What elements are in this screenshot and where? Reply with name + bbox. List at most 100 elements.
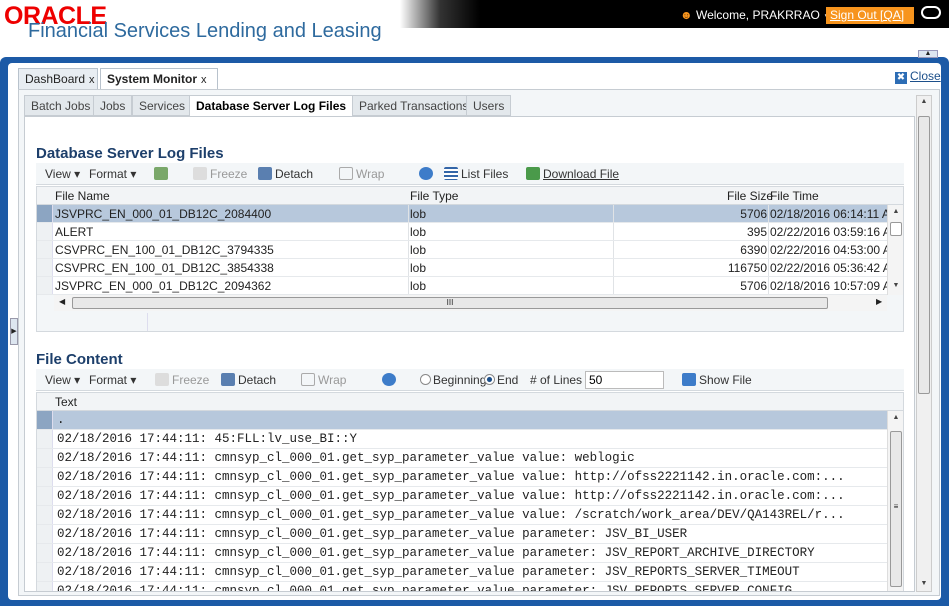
log-files-hscrollbar[interactable]: ◀ III ▶ [54,295,887,311]
column-file-name[interactable]: File Name [55,189,110,203]
freeze-button[interactable]: Freeze [193,167,247,181]
text-row[interactable]: 02/18/2016 17:44:11: cmnsyp_cl_000_01.ge… [37,487,887,506]
table-row[interactable]: CSVPRC_EN_100_01_DB12C_3794335 lob 6390 02/… [37,241,887,259]
end-radio[interactable]: End [484,373,518,387]
close-icon: ✖ [895,72,907,84]
refresh-icon[interactable] [382,373,399,387]
file-time-cell: 02/18/2016 10:57:09 AM [770,279,887,293]
expand-sidebar-handle[interactable]: ▶ [10,318,18,345]
view-menu[interactable]: View ▾ [45,167,80,181]
row-header[interactable] [37,506,53,524]
row-header[interactable] [37,430,53,448]
lines-input[interactable] [585,371,664,389]
row-header[interactable] [37,411,53,429]
sign-out-button[interactable]: Sign Out [QA] [826,7,914,24]
wrap-button[interactable]: Wrap [301,373,346,387]
beginning-radio[interactable]: Beginning [420,373,486,387]
file-type-cell: lob [410,279,427,293]
row-header[interactable] [37,582,53,591]
text-cell: 02/18/2016 17:44:11: cmnsyp_cl_000_01.ge… [57,584,793,592]
tab-users[interactable]: Users [466,95,512,116]
log-files-vscrollbar[interactable]: ▲ ▼ [887,205,903,295]
row-header[interactable] [37,223,53,240]
row-header[interactable] [37,449,53,467]
table-header: Text [37,393,903,411]
table-header: File Name File Type File Size File Time [37,187,903,205]
file-content-vscrollbar[interactable]: ▲ ≡ [887,411,903,591]
text-row[interactable]: 02/18/2016 17:44:11: 45:FLL:lv_use_BI::Y [37,430,887,449]
row-header[interactable] [37,241,53,258]
tab-batch-jobs[interactable]: Batch Jobs [24,95,98,116]
freeze-label: Freeze [172,373,210,387]
text-cell: 02/18/2016 17:44:11: 45:FLL:lv_use_BI::Y [57,432,358,446]
text-row[interactable]: . [37,411,887,430]
detach-button[interactable]: Detach [221,373,276,387]
row-header[interactable] [37,525,53,543]
detach-label: Detach [275,167,314,181]
column-file-type[interactable]: File Type [410,189,458,203]
row-header[interactable] [37,205,53,222]
detach-button[interactable]: Detach [258,167,313,181]
format-menu[interactable]: Format ▾ [89,167,136,181]
tab-parked-transactions[interactable]: Parked Transactions [352,95,476,116]
close-tab-icon[interactable]: x [89,74,95,86]
download-file-button[interactable]: Download File [526,167,619,181]
format-label: Format [89,167,128,181]
refresh-icon[interactable] [419,167,436,181]
file-name-cell: JSVPRC_EN_000_01_DB12C_2094362 [55,279,272,293]
wrap-icon [301,373,315,386]
text-row[interactable]: 02/18/2016 17:44:11: cmnsyp_cl_000_01.ge… [37,544,887,563]
end-label: End [497,373,519,387]
table-row[interactable]: CSVPRC_EN_100_01_DB12C_3854338 lob 116750 0… [37,259,887,277]
text-row[interactable]: 02/18/2016 17:44:11: cmnsyp_cl_000_01.ge… [37,468,887,487]
file-time-cell: 02/22/2016 05:36:42 AM [770,261,887,275]
text-row[interactable]: 02/18/2016 17:44:11: cmnsyp_cl_000_01.ge… [37,506,887,525]
tab-jobs[interactable]: Jobs [93,95,133,116]
file-size-cell: 5706 [740,279,767,293]
collapse-header-button[interactable]: ▲ [918,50,938,58]
tab-database-server-log-files[interactable]: Database Server Log Files [189,95,354,117]
filter-icon[interactable] [154,167,171,181]
row-header[interactable] [37,277,53,294]
column-text[interactable]: Text [55,395,77,409]
tab-system-monitor[interactable]: System Monitor x [100,68,218,90]
column-file-size[interactable]: File Size [727,189,773,203]
table-row[interactable]: JSVPRC_EN_000_01_DB12C_2094362 lob 5706 02/… [37,277,887,295]
close-button[interactable]: ✖ Close [895,69,941,84]
row-header[interactable] [37,563,53,581]
text-cell: . [57,413,65,427]
freeze-button[interactable]: Freeze [155,373,209,387]
text-row[interactable]: 02/18/2016 17:44:11: cmnsyp_cl_000_01.ge… [37,563,887,582]
welcome-user-menu[interactable]: ☻ Welcome, PRAKRRAO ▼ [680,8,831,22]
table-row[interactable]: ALERT lob 39502/22/2016 03:59:16 AM [37,223,887,241]
tab-services[interactable]: Services [132,95,193,116]
table-row[interactable]: JSVPRC_EN_000_01_DB12C_2084400 lob 5706 02/… [37,205,887,223]
log-files-table: File Name File Type File Size File Time … [36,186,904,332]
close-tab-icon[interactable]: x [201,74,207,86]
download-file-label: Download File [543,167,620,181]
row-header[interactable] [37,259,53,276]
page-scrollbar[interactable]: ▲ ▼ [916,95,932,592]
row-header[interactable] [37,468,53,486]
text-cell: 02/18/2016 17:44:11: cmnsyp_cl_000_01.ge… [57,470,845,484]
file-size-cell: 5706 [740,207,767,221]
list-files-button[interactable]: List Files [444,167,508,181]
format-menu[interactable]: Format ▾ [89,373,136,387]
row-header[interactable] [37,544,53,562]
wrap-button[interactable]: Wrap [339,167,384,181]
text-cell: 02/18/2016 17:44:11: cmnsyp_cl_000_01.ge… [57,489,845,503]
file-content-table: Text . 02/18/2016 17:44:11: 45:FLL:lv_use… [36,392,904,592]
help-icon[interactable] [921,6,941,19]
column-file-time[interactable]: File Time [770,189,819,203]
view-menu[interactable]: View ▾ [45,373,80,387]
freeze-icon [193,167,207,180]
text-row[interactable]: 02/18/2016 17:44:11: cmnsyp_cl_000_01.ge… [37,449,887,468]
tab-dashboard[interactable]: DashBoard x [18,68,98,89]
show-file-button[interactable]: Show File [682,373,752,387]
row-header[interactable] [37,487,53,505]
tab-label: DashBoard [25,72,86,86]
text-row[interactable]: 02/18/2016 17:44:11: cmnsyp_cl_000_01.ge… [37,582,887,592]
file-name-cell: CSVPRC_EN_100_01_DB12C_3794335 [55,243,274,257]
text-row[interactable]: 02/18/2016 17:44:11: cmnsyp_cl_000_01.ge… [37,525,887,544]
beginning-label: Beginning [433,373,487,387]
